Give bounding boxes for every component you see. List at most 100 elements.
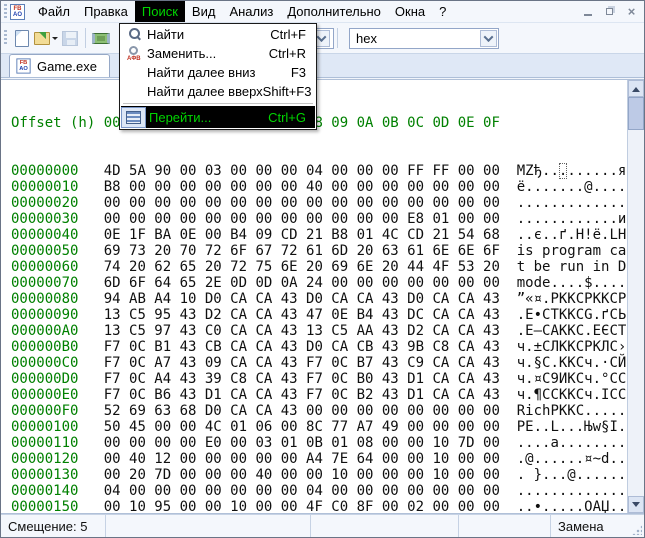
hex-row[interactable]: 00000090 13 C5 95 43 D2 CA CA 43 47 0E B… [11,307,627,323]
menubar-item-7[interactable]: ? [432,1,453,22]
row-text[interactable]: . }...@......... [517,467,627,483]
menubar-item-6[interactable]: Окна [388,1,432,22]
menu-item[interactable]: Перейти... Ctrl+G [121,106,315,128]
hex-row[interactable]: 00000030 00 00 00 00 00 00 00 00 00 00 0… [11,211,627,227]
row-bytes[interactable]: F7 0C A7 43 09 CA CA 43 F7 0C B7 43 C9 C… [78,355,516,371]
hex-row[interactable]: 00000040 0E 1F BA 0E 00 B4 09 CD 21 B8 0… [11,227,627,243]
row-bytes[interactable]: 00 00 00 00 00 00 00 00 00 00 00 00 00 0… [78,195,516,211]
row-text[interactable]: ................ [517,195,627,211]
hex-row[interactable]: 000000D0 F7 0C A4 43 39 C8 CA 43 F7 0C B… [11,371,627,387]
row-bytes[interactable]: 69 73 20 70 72 6F 67 72 61 6D 20 63 61 6… [78,243,516,259]
row-text[interactable]: ..•.....OАЏ..... [517,499,627,513]
row-text[interactable]: t be run in DOS [517,259,627,275]
row-text[interactable]: ч.±CЛККCРКЛC›ИКC [517,339,627,355]
hex-row[interactable]: 00000140 04 00 00 00 00 00 00 00 04 00 0… [11,483,627,499]
hex-row[interactable]: 00000080 94 AB A4 10 D0 CA CA 43 D0 CA C… [11,291,627,307]
row-text[interactable]: MZђ.........яя.. [517,163,627,179]
hex-row[interactable]: 000000F0 52 69 63 68 D0 CA CA 43 00 00 0… [11,403,627,419]
row-offset: 000000A0 [11,323,79,339]
row-bytes[interactable]: F7 0C B1 43 CB CA CA 43 D0 CA CB 43 9B C… [78,339,516,355]
hex-row[interactable]: 00000060 74 20 62 65 20 72 75 6E 20 69 6… [11,259,627,275]
menubar-item-1[interactable]: Правка [77,1,135,22]
chevron-down-icon[interactable] [480,29,497,47]
menubar-item-4[interactable]: Анализ [222,1,280,22]
row-text[interactable]: ..є..ґ.Н!ё.LН!Th [517,227,627,243]
menu-item[interactable]: Заменить... Ctrl+R [121,44,315,63]
row-bytes[interactable]: 04 00 00 00 00 00 00 00 04 00 00 00 00 0… [78,483,516,499]
row-text[interactable]: ....а.........}. [517,435,627,451]
row-bytes[interactable]: F7 0C A4 43 39 C8 CA 43 F7 0C B0 43 D1 C… [78,371,516,387]
open-file-button[interactable] [34,26,58,50]
offset-base-select[interactable]: hex [349,27,499,49]
menubar-item-3[interactable]: Вид [185,1,223,22]
row-text[interactable]: ч.§C.ККCч.·CЙККC [517,355,627,371]
document-icon[interactable] [10,3,25,20]
restore-button[interactable] [603,5,616,18]
hex-row[interactable]: 000000E0 F7 0C B6 43 D1 CA CA 43 F7 0C B… [11,387,627,403]
resize-grip[interactable] [632,525,642,535]
row-text[interactable]: ................ [517,483,627,499]
row-bytes[interactable]: 13 C5 95 43 D2 CA CA 43 47 0E B4 43 DC C… [78,307,516,323]
menubar-item-active[interactable]: Поиск [134,1,185,22]
row-bytes[interactable]: 00 10 95 00 00 10 00 00 4F C0 8F 00 02 0… [78,499,516,513]
row-text[interactable]: .Е•CТККCG.ґCЬККC [517,307,627,323]
scrollbar-track[interactable] [628,130,644,496]
hex-row[interactable]: 00000010 B8 00 00 00 00 00 00 00 40 00 0… [11,179,627,195]
minimize-button[interactable] [581,5,594,18]
hex-row[interactable]: 00000050 69 73 20 70 72 6F 67 72 61 6D 2… [11,243,627,259]
row-text[interactable]: ............и... [517,211,627,227]
memory-button[interactable] [89,26,113,50]
row-text[interactable]: ч.¶CСККCч.ІCСККC [517,387,627,403]
scrollbar-thumb[interactable] [628,97,644,130]
hex-row[interactable]: 00000110 00 00 00 00 E0 00 03 01 0B 01 0… [11,435,627,451]
scroll-down-button[interactable] [628,496,644,513]
row-text[interactable]: ”«¤.РККCРККCРККC [517,291,627,307]
hex-row[interactable]: 00000150 00 10 95 00 00 10 00 00 4F C0 8… [11,499,627,513]
hex-row[interactable]: 00000130 00 20 7D 00 00 00 40 00 00 10 0… [11,467,627,483]
status-mode-label[interactable]: Замена [558,519,604,534]
hex-row[interactable]: 00000120 00 40 12 00 00 00 00 00 A4 7E 6… [11,451,627,467]
row-text[interactable]: RichРККC........ [517,403,627,419]
row-text[interactable]: mode....$....... [517,275,627,291]
row-bytes[interactable]: 00 40 12 00 00 00 00 00 A4 7E 64 00 00 1… [78,451,516,467]
row-bytes[interactable]: 50 45 00 00 4C 01 06 00 8C 77 A7 49 00 0… [78,419,516,435]
row-text[interactable]: ё.......@....... [517,179,627,195]
menubar-item-0[interactable]: Файл [31,1,77,22]
vertical-scrollbar[interactable] [627,80,644,513]
row-bytes[interactable]: 00 00 00 00 E0 00 03 01 0B 01 08 00 00 1… [78,435,516,451]
new-file-button[interactable] [10,26,34,50]
row-bytes[interactable]: 94 AB A4 10 D0 CA CA 43 D0 CA CA 43 D0 C… [78,291,516,307]
close-button[interactable]: × [625,4,638,19]
row-bytes[interactable]: 4D 5A 90 00 03 00 00 00 04 00 00 00 FF F… [78,163,516,179]
save-button[interactable] [58,26,82,50]
tab-game-exe[interactable]: Game.exe [9,54,110,77]
hex-row[interactable]: 00000020 00 00 00 00 00 00 00 00 00 00 0… [11,195,627,211]
row-bytes[interactable]: B8 00 00 00 00 00 00 00 40 00 00 00 00 0… [78,179,516,195]
row-text[interactable]: PE..L...Њw§I.... [517,419,627,435]
row-bytes[interactable]: 00 00 00 00 00 00 00 00 00 00 00 00 E8 0… [78,211,516,227]
menubar-item-5[interactable]: Дополнительно [280,1,388,22]
scroll-up-button[interactable] [628,80,644,97]
hex-row[interactable]: 00000000 4D 5A 90 00 03 00 00 00 04 00 0… [11,163,627,179]
hex-row[interactable]: 000000C0 F7 0C A7 43 09 CA CA 43 F7 0C B… [11,355,627,371]
row-bytes[interactable]: 6D 6F 64 65 2E 0D 0D 0A 24 00 00 00 00 0… [78,275,516,291]
row-bytes[interactable]: F7 0C B6 43 D1 CA CA 43 F7 0C B2 43 D1 C… [78,387,516,403]
row-bytes[interactable]: 74 20 62 65 20 72 75 6E 20 69 6E 20 44 4… [78,259,516,275]
row-text[interactable]: .Е—CАККC.ЕЄCТККC [517,323,627,339]
row-text[interactable]: .@......¤~d..... [517,451,627,467]
toolbar-grip [4,3,7,20]
hex-row[interactable]: 000000A0 13 C5 97 43 C0 CA CA 43 13 C5 A… [11,323,627,339]
hex-row[interactable]: 00000100 50 45 00 00 4C 01 06 00 8C 77 A… [11,419,627,435]
hex-pane[interactable]: Offset (h) 00 01 02 03 04 05 06 07 08 09… [1,80,627,513]
row-text[interactable]: ч.¤C9ИКCч.°CСККC [517,371,627,387]
menu-item[interactable]: Найти далее вниз F3 [121,63,315,82]
row-bytes[interactable]: 0E 1F BA 0E 00 B4 09 CD 21 B8 01 4C CD 2… [78,227,516,243]
row-bytes[interactable]: 00 20 7D 00 00 00 40 00 00 10 00 00 00 1… [78,467,516,483]
menu-item[interactable]: Найти Ctrl+F [121,25,315,44]
menu-item[interactable]: Найти далее вверх Shift+F3 [121,82,315,101]
row-bytes[interactable]: 13 C5 97 43 C0 CA CA 43 13 C5 AA 43 D2 C… [78,323,516,339]
hex-row[interactable]: 00000070 6D 6F 64 65 2E 0D 0D 0A 24 00 0… [11,275,627,291]
hex-row[interactable]: 000000B0 F7 0C B1 43 CB CA CA 43 D0 CA C… [11,339,627,355]
row-bytes[interactable]: 52 69 63 68 D0 CA CA 43 00 00 00 00 00 0… [78,403,516,419]
row-text[interactable]: is program canno [517,243,627,259]
